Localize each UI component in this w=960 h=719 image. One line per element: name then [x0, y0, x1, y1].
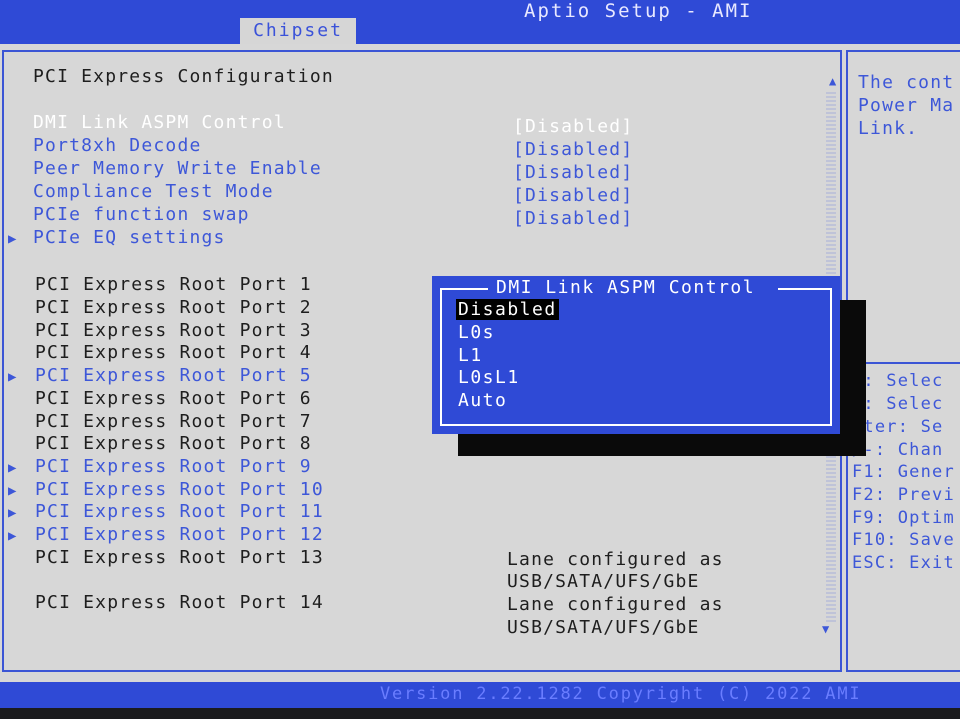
root-port-2[interactable]: PCI Express Root Port 2: [35, 297, 312, 318]
key-help-f1: F1: Gener: [852, 462, 955, 482]
root-port-12[interactable]: PCI Express Root Port 12: [35, 524, 324, 545]
setting-dmi-link-aspm-label[interactable]: DMI Link ASPM Control: [33, 112, 286, 133]
popup-option-disabled[interactable]: Disabled: [456, 299, 559, 320]
setting-port8xh-label[interactable]: Port8xh Decode: [33, 135, 202, 156]
tab-chipset[interactable]: Chipset: [240, 18, 356, 44]
setting-pcie-swap-label[interactable]: PCIe function swap: [33, 204, 250, 225]
root-port-3[interactable]: PCI Express Root Port 3: [35, 320, 312, 341]
key-help-f9: F9: Optim: [852, 508, 955, 528]
help-text-line1: The cont: [858, 72, 955, 93]
root-port-7[interactable]: PCI Express Root Port 7: [35, 411, 312, 432]
key-help-f10: F10: Save: [852, 530, 955, 550]
footer-bar: Version 2.22.1282 Copyright (C) 2022 AMI: [0, 682, 960, 708]
setting-peer-memory-value[interactable]: [Disabled]: [513, 162, 633, 183]
submenu-arrow-icon: ▶: [8, 460, 18, 476]
setting-compliance-label[interactable]: Compliance Test Mode: [33, 181, 274, 202]
popup-option-l0sl1[interactable]: L0sL1: [458, 367, 520, 388]
key-help-f2: F2: Previ: [852, 485, 955, 505]
root-port-4[interactable]: PCI Express Root Port 4: [35, 342, 312, 363]
setting-pcie-swap-value[interactable]: [Disabled]: [513, 208, 633, 229]
scroll-up-icon[interactable]: ▲: [829, 74, 837, 88]
root-port-10[interactable]: PCI Express Root Port 10: [35, 479, 324, 500]
setting-peer-memory-label[interactable]: Peer Memory Write Enable: [33, 158, 322, 179]
root-port-5[interactable]: PCI Express Root Port 5: [35, 365, 312, 386]
popup-option-l0s[interactable]: L0s: [458, 322, 495, 343]
submenu-arrow-icon: ▶: [8, 505, 18, 521]
popup-title: DMI Link ASPM Control: [496, 277, 756, 298]
top-bar: [0, 0, 960, 44]
help-text-line3: Link.: [858, 118, 919, 139]
key-help-esc: ESC: Exit: [852, 553, 955, 573]
popup-frame-top-right: [778, 288, 832, 290]
submenu-arrow-icon: ▶: [8, 528, 18, 544]
submenu-arrow-icon: ▶: [8, 483, 18, 499]
root-port-14-note-line2: USB/SATA/UFS/GbE: [507, 617, 700, 638]
setting-compliance-value[interactable]: [Disabled]: [513, 185, 633, 206]
popup-frame-top-left: [440, 288, 488, 290]
root-port-11[interactable]: PCI Express Root Port 11: [35, 501, 324, 522]
app-title: Aptio Setup - AMI: [524, 0, 753, 22]
submenu-arrow-icon: ▶: [8, 369, 18, 385]
root-port-8[interactable]: PCI Express Root Port 8: [35, 433, 312, 454]
submenu-pcie-eq-settings[interactable]: PCIe EQ settings: [33, 227, 226, 248]
submenu-arrow-icon: ▶: [8, 231, 18, 247]
setting-dmi-link-aspm-value[interactable]: [Disabled]: [513, 116, 633, 137]
popup-option-label[interactable]: Disabled: [456, 299, 559, 320]
root-port-14-note-line1: Lane configured as: [507, 594, 724, 615]
root-port-13[interactable]: PCI Express Root Port 13: [35, 547, 324, 568]
help-text-line2: Power Ma: [858, 95, 955, 116]
setting-port8xh-value[interactable]: [Disabled]: [513, 139, 633, 160]
screen-bezel: [0, 708, 960, 719]
page-title: PCI Express Configuration: [33, 66, 334, 87]
footer-version: Version 2.22.1282 Copyright (C) 2022 AMI: [380, 684, 862, 704]
root-port-1[interactable]: PCI Express Root Port 1: [35, 274, 312, 295]
scroll-down-icon[interactable]: ▼: [822, 622, 830, 636]
root-port-9[interactable]: PCI Express Root Port 9: [35, 456, 312, 477]
root-port-6[interactable]: PCI Express Root Port 6: [35, 388, 312, 409]
popup-option-l1[interactable]: L1: [458, 345, 483, 366]
root-port-14[interactable]: PCI Express Root Port 14: [35, 592, 324, 613]
root-port-13-note-line1: Lane configured as: [507, 549, 724, 570]
popup-option-auto[interactable]: Auto: [458, 390, 507, 411]
root-port-13-note-line2: USB/SATA/UFS/GbE: [507, 571, 700, 592]
